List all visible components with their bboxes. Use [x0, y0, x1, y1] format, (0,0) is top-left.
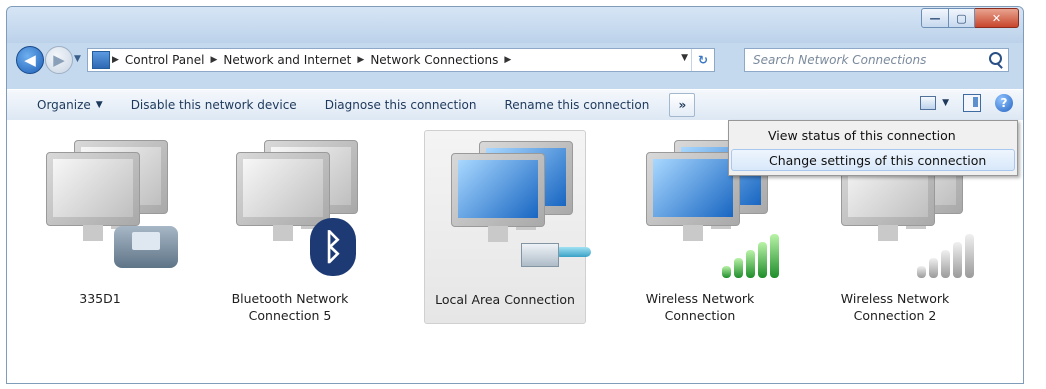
- disable-device-button[interactable]: Disable this network device: [117, 90, 311, 120]
- title-bar[interactable]: — ▢ ✕: [7, 7, 1023, 43]
- caption-buttons: — ▢ ✕: [921, 8, 1019, 28]
- views-icon: [920, 96, 937, 110]
- chevron-right-icon[interactable]: ▶: [209, 55, 220, 65]
- chevron-right-icon[interactable]: ▶: [110, 55, 121, 65]
- menu-item-view-status[interactable]: View status of this connection: [731, 124, 1015, 146]
- connection-item-335d1[interactable]: 335D1: [20, 130, 180, 322]
- connection-item-local-area[interactable]: Local Area Connection: [424, 130, 591, 324]
- control-panel-icon: [92, 51, 110, 69]
- connection-label: 335D1: [79, 291, 121, 306]
- command-bar: Organize ▼ Disable this network device D…: [7, 89, 1023, 121]
- rename-connection-button[interactable]: Rename this connection: [490, 90, 663, 120]
- maximize-button[interactable]: ▢: [949, 8, 975, 28]
- breadcrumb-network-connections[interactable]: Network Connections: [366, 53, 502, 67]
- breadcrumb-control-panel[interactable]: Control Panel: [121, 53, 209, 67]
- close-button[interactable]: ✕: [975, 8, 1019, 28]
- back-button[interactable]: ◀: [16, 46, 44, 74]
- organize-label: Organize: [37, 98, 91, 112]
- diagnose-connection-button[interactable]: Diagnose this connection: [311, 90, 491, 120]
- address-row: ◀ ▶ ▼ ▶ Control Panel ▶ Network and Inte…: [7, 43, 1023, 74]
- menu-item-change-settings[interactable]: Change settings of this connection: [731, 149, 1015, 171]
- arrow-left-icon: ◀: [24, 51, 36, 69]
- connection-item-bluetooth[interactable]: ᛒ Bluetooth Network Connection 5: [210, 130, 370, 323]
- chevron-right-icon[interactable]: ▶: [502, 55, 513, 65]
- chevron-down-icon: ▼: [95, 100, 103, 110]
- search-input[interactable]: [751, 52, 985, 68]
- address-dropdown-icon[interactable]: ▼: [681, 53, 688, 63]
- bluetooth-icon: ᛒ: [230, 134, 358, 276]
- preview-pane-icon[interactable]: [963, 94, 981, 112]
- explorer-window: — ▢ ✕ ◀ ▶ ▼ ▶ Control Panel ▶ Network an…: [6, 6, 1024, 384]
- more-commands-button[interactable]: »: [669, 93, 696, 117]
- minimize-button[interactable]: —: [921, 8, 949, 28]
- toolbar-right: ▼ ?: [920, 94, 1013, 112]
- dialup-phone-icon: [40, 134, 178, 274]
- breadcrumb-network-and-internet[interactable]: Network and Internet: [219, 53, 355, 67]
- search-box[interactable]: [744, 48, 1009, 72]
- connection-label: Wireless Network Connection: [645, 291, 755, 323]
- connection-label: Bluetooth Network Connection 5: [231, 291, 349, 323]
- change-view-button[interactable]: ▼: [920, 96, 949, 110]
- help-icon[interactable]: ?: [995, 94, 1013, 112]
- refresh-icon: ↻: [697, 53, 709, 67]
- chevron-down-icon: ▼: [942, 98, 949, 108]
- organize-button[interactable]: Organize ▼: [7, 90, 117, 120]
- search-icon[interactable]: [989, 52, 1002, 65]
- connection-label: Local Area Connection: [435, 292, 575, 307]
- arrow-right-icon: ▶: [53, 51, 65, 69]
- ethernet-cable-icon: [445, 135, 591, 275]
- address-bar[interactable]: ▶ Control Panel ▶ Network and Internet ▶…: [87, 48, 715, 72]
- connection-label: Wireless Network Connection 2: [840, 291, 950, 323]
- refresh-button[interactable]: ↻: [691, 49, 714, 71]
- chevron-right-icon[interactable]: ▶: [355, 55, 366, 65]
- recent-pages-dropdown[interactable]: ▼: [74, 54, 81, 64]
- forward-button[interactable]: ▶: [45, 46, 73, 74]
- more-commands-menu: View status of this connection Change se…: [728, 120, 1018, 176]
